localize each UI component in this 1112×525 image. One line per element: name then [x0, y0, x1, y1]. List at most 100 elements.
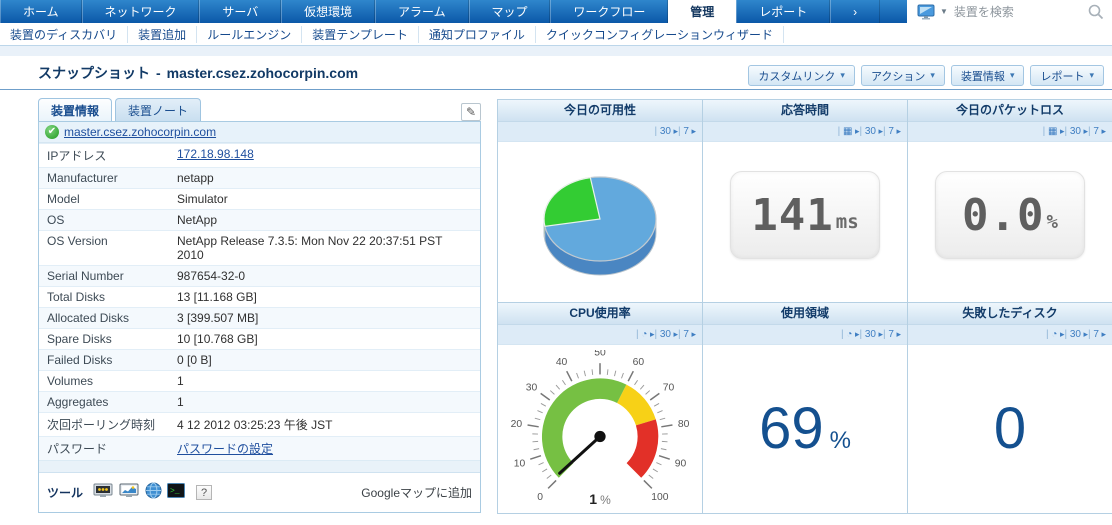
widget-period-link[interactable]: 7: [883, 126, 901, 137]
availability-pie-area: [498, 142, 702, 302]
page-title-device: master.csez.zohocorpin.com: [166, 65, 359, 81]
device-search-bar[interactable]: ▼ 装置を検索: [907, 0, 1112, 23]
device-name-link[interactable]: master.csez.zohocorpin.com: [64, 125, 216, 139]
widget-response-time: 応答時間 ▦ 30 7 141 ms: [703, 100, 908, 303]
page-header: スナップショット - master.csez.zohocorpin.com カスタム…: [0, 56, 1112, 90]
tools-label: ツール: [47, 485, 84, 500]
search-placeholder[interactable]: 装置を検索: [954, 3, 1087, 20]
widget-period-link[interactable]: 30: [654, 329, 678, 340]
widget-period-link[interactable]: 7: [883, 329, 901, 340]
dropdown-button-label: アクション: [870, 70, 926, 83]
nav-tab-label: ネットワーク: [104, 5, 177, 19]
admin-menu-item[interactable]: ルールエンジン: [197, 25, 303, 43]
nav-tab[interactable]: 管理: [668, 0, 737, 23]
widget-period-link[interactable]: 30: [654, 126, 678, 137]
cpu-gauge[interactable]: 0102030405060708090100: [498, 350, 702, 508]
search-icon[interactable]: [1087, 3, 1104, 20]
nav-tab[interactable]: サーバ: [199, 0, 282, 23]
admin-menu-item[interactable]: 装置テンプレート: [302, 25, 419, 43]
widget-period-link[interactable]: 30: [859, 329, 883, 340]
performance-monitor-icon[interactable]: [119, 483, 140, 502]
svg-text:20: 20: [511, 419, 523, 430]
device-info-table: IPアドレス 172.18.98.148 Manufacturer netapp…: [39, 143, 480, 460]
dropdown-button[interactable]: カスタムリンク ▾: [748, 65, 855, 86]
widget-period-link[interactable]: ▦: [1043, 126, 1065, 137]
widget-period-link[interactable]: 7: [678, 126, 696, 137]
admin-menu-item-label: 装置追加: [138, 27, 187, 42]
admin-menu-item[interactable]: 装置のディスカバリ: [0, 25, 129, 43]
terminal-icon[interactable]: >_: [167, 483, 186, 501]
password-tool-icon[interactable]: [93, 483, 114, 502]
status-ok-icon: ✔: [45, 125, 59, 139]
nav-tab[interactable]: マップ: [468, 0, 551, 23]
widget-period-link[interactable]: 30: [1064, 329, 1088, 340]
device-info-box: ✔ master.csez.zohocorpin.com IPアドレス 172.…: [38, 121, 481, 513]
nav-tab[interactable]: ホーム: [0, 0, 82, 23]
dropdown-button[interactable]: レポート ▾: [1030, 65, 1104, 86]
widget-period-links: ◔ 30 7: [703, 325, 907, 345]
row-label: Volumes: [47, 374, 94, 388]
admin-menu-item[interactable]: 通知プロファイル: [419, 25, 536, 43]
row-label: Failed Disks: [47, 353, 113, 367]
add-to-google-maps-link[interactable]: Googleマップに追加: [361, 484, 472, 501]
web-globe-icon[interactable]: [145, 482, 162, 502]
table-row: Manufacturer netapp: [39, 167, 480, 188]
dropdown-button-label: レポート: [1040, 70, 1085, 83]
nav-tab-label: レポート: [759, 5, 808, 19]
widget-link-label: 30: [1069, 329, 1081, 340]
packet-loss-area: 0.0 %: [908, 142, 1112, 302]
response-time-unit: ms: [835, 211, 859, 233]
nav-tab-label: ›: [853, 4, 858, 19]
cpu-value: 1: [589, 491, 598, 507]
device-panel-tab[interactable]: 装置ノート: [115, 98, 202, 121]
edit-icon[interactable]: ✎: [461, 103, 481, 121]
widget-period-link[interactable]: 7: [1088, 329, 1106, 340]
nav-tab-label: 仮想環境: [304, 5, 353, 19]
dropdown-button[interactable]: 装置情報 ▾: [950, 65, 1025, 86]
row-value: Simulator: [177, 192, 228, 206]
widget-link-label: 30: [659, 126, 671, 137]
admin-menu-item[interactable]: クイックコンフィグレーションウィザード: [536, 25, 785, 43]
widget-period-link[interactable]: 30: [1064, 126, 1088, 137]
disk-usage-value: 69: [759, 396, 824, 461]
nav-tab[interactable]: レポート: [736, 0, 831, 23]
widget-link-icon: ▦: [842, 126, 853, 137]
widget-period-link[interactable]: 7: [1088, 126, 1106, 137]
search-scope-caret-icon[interactable]: ▼: [940, 7, 948, 16]
widget-period-link[interactable]: ◔: [841, 329, 859, 340]
nav-tab[interactable]: ›: [830, 0, 881, 23]
widget-period-link[interactable]: ◔: [636, 329, 654, 340]
nav-tabs: ホーム ネットワーク サーバ 仮想環境 アラーム マップ ワークフロー 管理 レ…: [0, 0, 881, 23]
widget-period-link[interactable]: 30: [859, 126, 883, 137]
widget-period-links: 30 7: [498, 122, 702, 142]
widget-period-link[interactable]: ▦: [838, 126, 860, 137]
availability-pie-chart[interactable]: [505, 157, 695, 287]
nav-tab[interactable]: 仮想環境: [281, 0, 376, 23]
widget-period-link[interactable]: 7: [678, 329, 696, 340]
nav-tab-label: サーバ: [222, 5, 259, 19]
admin-menu-item[interactable]: 装置追加: [128, 25, 198, 43]
help-icon[interactable]: ?: [196, 484, 213, 500]
svg-text:90: 90: [675, 458, 687, 469]
widget-link-label: 7: [1093, 126, 1099, 137]
dropdown-button[interactable]: アクション ▾: [860, 65, 945, 86]
table-row: Aggregates 1: [39, 391, 480, 412]
table-row: Volumes 1: [39, 370, 480, 391]
row-label: Serial Number: [47, 269, 124, 283]
dropdown-button-label: 装置情報: [960, 70, 1005, 83]
widget-cpu: CPU使用率 ◔307 0102030405060708090100 1%: [498, 303, 703, 514]
table-row: Serial Number 987654-32-0: [39, 265, 480, 286]
widget-period-links: ▦ 30 7: [908, 122, 1112, 142]
widget-period-link[interactable]: ◔: [1046, 329, 1064, 340]
cpu-value-label: 1%: [498, 491, 702, 507]
widget-link-label: 30: [864, 126, 876, 137]
nav-tab[interactable]: ネットワーク: [81, 0, 200, 23]
widget-period-links: ◔ 30 7: [498, 325, 702, 345]
device-panel-tab[interactable]: 装置情報: [38, 98, 113, 121]
nav-tab[interactable]: ワークフロー: [550, 0, 669, 23]
disk-usage-unit: %: [829, 427, 851, 454]
divider-strip: [0, 46, 1112, 56]
device-panel-tab-label: 装置ノート: [128, 104, 189, 118]
widget-title: 失敗したディスク: [908, 303, 1112, 325]
nav-tab[interactable]: アラーム: [375, 0, 469, 23]
